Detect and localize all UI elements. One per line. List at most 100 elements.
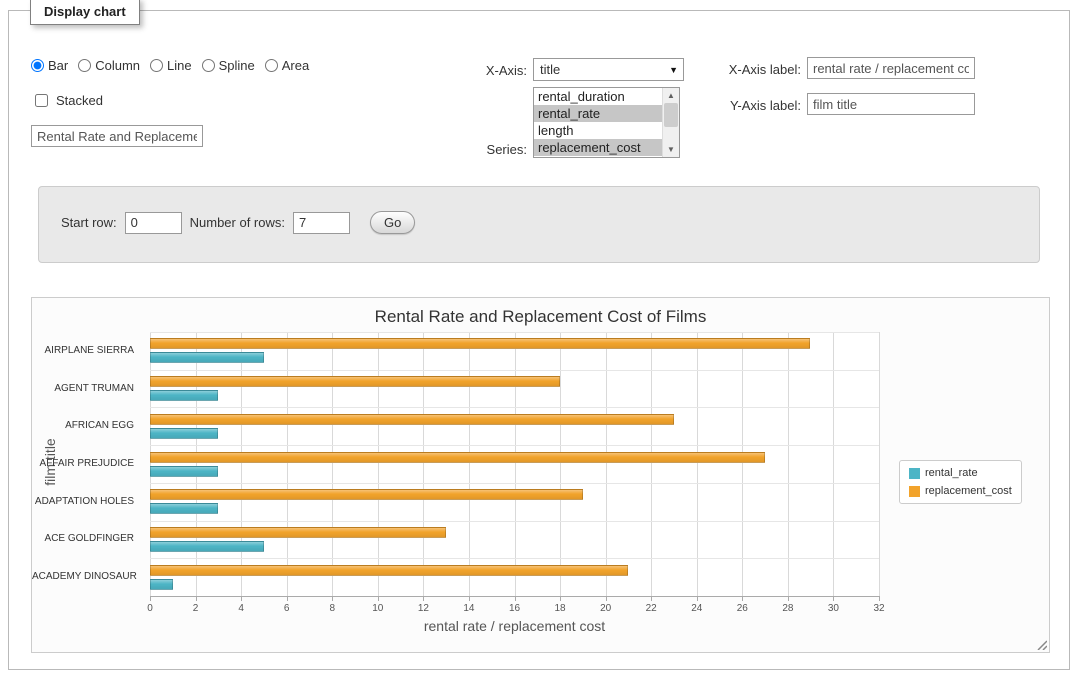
x-gridline	[879, 332, 880, 596]
x-tick-label: 8	[317, 603, 347, 614]
rows-controls: Start row: Number of rows: Go	[61, 211, 415, 234]
start-row-label: Start row:	[61, 215, 117, 230]
chart: Rental Rate and Replacement Cost of Film…	[31, 297, 1050, 653]
display-chart-panel: Display chart BarColumnLineSplineArea St…	[8, 10, 1070, 670]
y-gridline	[150, 445, 879, 446]
legend-item[interactable]: rental_rate	[909, 467, 1012, 479]
resize-handle-icon[interactable]	[1034, 637, 1047, 650]
y-gridline	[150, 558, 879, 559]
x-tick-label: 14	[454, 603, 484, 614]
chart-type-label: Column	[95, 58, 140, 73]
x-tick-mark	[515, 596, 516, 601]
x-tick-mark	[560, 596, 561, 601]
stacked-checkbox[interactable]	[35, 94, 48, 107]
x-gridline	[469, 332, 470, 596]
series-option-rental_duration[interactable]: rental_duration	[534, 88, 662, 105]
bar-rental_rate	[150, 352, 264, 363]
x-gridline	[287, 332, 288, 596]
x-tick-label: 6	[272, 603, 302, 614]
scrollbar-down-icon[interactable]: ▼	[663, 142, 679, 157]
chart-type-radio-spline[interactable]	[202, 59, 215, 72]
x-axis-title: rental rate / replacement cost	[150, 618, 879, 634]
y-gridline	[150, 332, 879, 333]
x-axis-label-input[interactable]	[807, 57, 975, 79]
bar-replacement_cost	[150, 565, 628, 576]
bar-replacement_cost	[150, 376, 560, 387]
chart-type-radios: Bar Column Line Spline Area	[31, 58, 309, 73]
legend-label: replacement_cost	[925, 485, 1012, 497]
bar-rental_rate	[150, 541, 264, 552]
x-gridline	[196, 332, 197, 596]
x-tick-mark	[651, 596, 652, 601]
x-tick-label: 26	[727, 603, 757, 614]
x-tick-mark	[833, 596, 834, 601]
x-gridline	[241, 332, 242, 596]
bar-replacement_cost	[150, 414, 674, 425]
x-tick-label: 30	[818, 603, 848, 614]
legend-swatch-rental_rate	[909, 468, 920, 479]
x-gridline	[606, 332, 607, 596]
chart-type-radio-column[interactable]	[78, 59, 91, 72]
chart-type-area[interactable]: Area	[265, 58, 309, 73]
panel-title-tab: Display chart	[30, 0, 140, 25]
x-tick-mark	[879, 596, 880, 601]
start-row-input[interactable]	[125, 212, 182, 234]
series-option-length[interactable]: length	[534, 122, 662, 139]
num-rows-input[interactable]	[293, 212, 350, 234]
chart-type-line[interactable]: Line	[150, 58, 192, 73]
chart-type-label: Bar	[48, 58, 68, 73]
x-tick-label: 20	[591, 603, 621, 614]
x-tick-mark	[241, 596, 242, 601]
category-label: ADAPTATION HOLES	[32, 496, 142, 507]
category-label: AFRICAN EGG	[32, 420, 142, 431]
x-tick-mark	[469, 596, 470, 601]
x-tick-mark	[332, 596, 333, 601]
x-tick-mark	[196, 596, 197, 601]
x-tick-label: 10	[363, 603, 393, 614]
x-gridline	[378, 332, 379, 596]
category-label: AIRPLANE SIERRA	[32, 345, 142, 356]
chart-title-input[interactable]	[31, 125, 203, 147]
page: Display chart Bar Column Line Spline Area St…	[0, 0, 1081, 681]
chart-type-label: Line	[167, 58, 192, 73]
x-gridline	[833, 332, 834, 596]
rows-panel: Start row: Number of rows: Go	[38, 186, 1040, 263]
chart-type-column[interactable]: Column	[78, 58, 140, 73]
bar-rental_rate	[150, 390, 218, 401]
y-axis-label-input[interactable]	[807, 93, 975, 115]
x-tick-label: 0	[135, 603, 165, 614]
x-gridline	[651, 332, 652, 596]
x-axis-select-value: title	[540, 62, 560, 77]
legend-label: rental_rate	[925, 467, 978, 479]
chart-type-radio-bar[interactable]	[31, 59, 44, 72]
x-tick-mark	[378, 596, 379, 601]
x-gridline	[560, 332, 561, 596]
plot-area	[150, 332, 879, 596]
chart-type-radio-area[interactable]	[265, 59, 278, 72]
chart-title: Rental Rate and Replacement Cost of Film…	[32, 307, 1049, 327]
x-tick-label: 2	[181, 603, 211, 614]
chart-type-spline[interactable]: Spline	[202, 58, 255, 73]
y-axis-label-caption: Y-Axis label:	[649, 98, 801, 113]
bar-rental_rate	[150, 503, 218, 514]
category-label: ACADEMY DINOSAUR	[32, 571, 142, 582]
chart-type-radio-line[interactable]	[150, 59, 163, 72]
x-gridline	[515, 332, 516, 596]
series-caption: Series:	[409, 142, 527, 157]
bar-rental_rate	[150, 466, 218, 477]
stacked-option[interactable]: Stacked	[31, 91, 103, 110]
y-gridline	[150, 407, 879, 408]
x-tick-mark	[150, 596, 151, 601]
y-gridline	[150, 521, 879, 522]
x-tick-mark	[423, 596, 424, 601]
x-tick-label: 16	[500, 603, 530, 614]
legend-item[interactable]: replacement_cost	[909, 485, 1012, 497]
go-button[interactable]: Go	[370, 211, 415, 234]
bar-replacement_cost	[150, 452, 765, 463]
x-tick-mark	[606, 596, 607, 601]
chart-type-bar[interactable]: Bar	[31, 58, 68, 73]
x-axis-caption: X-Axis:	[409, 63, 527, 78]
x-gridline	[150, 332, 151, 596]
series-option-replacement_cost[interactable]: replacement_cost	[534, 139, 662, 156]
series-option-rental_rate[interactable]: rental_rate	[534, 105, 662, 122]
